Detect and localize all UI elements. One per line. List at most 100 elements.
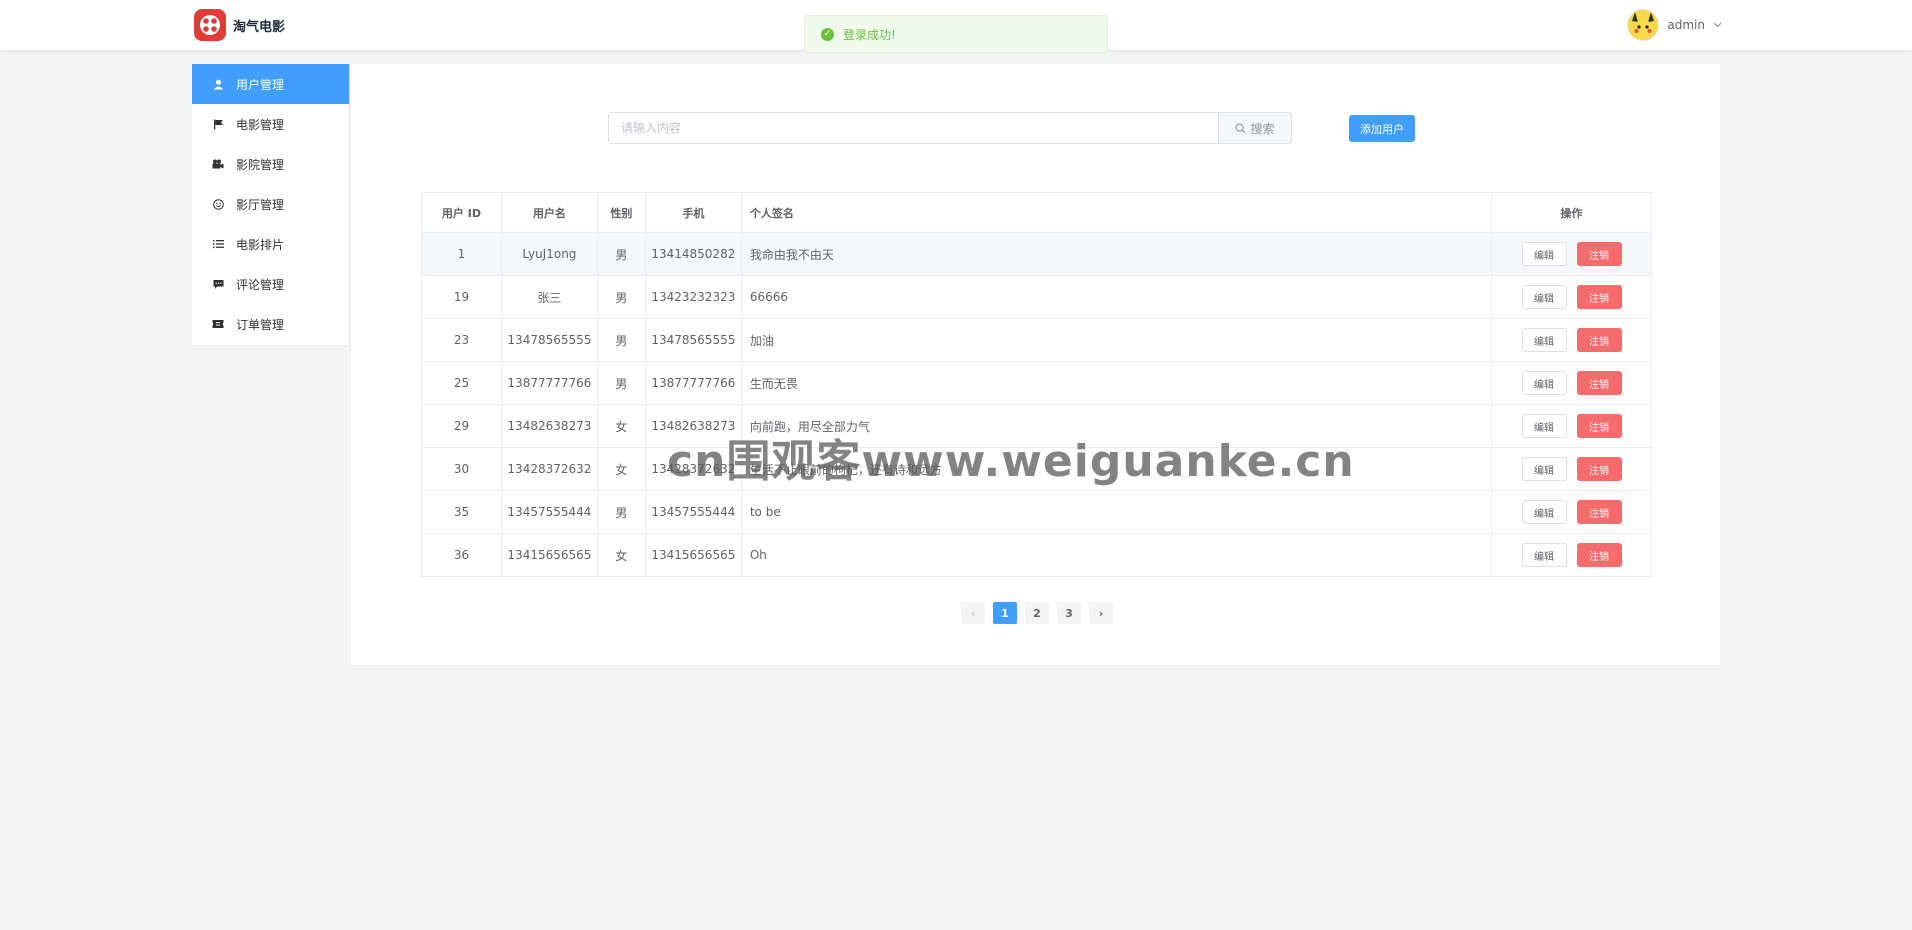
sidebar-item-label: 评论管理	[236, 277, 285, 292]
cell-phone: 13478565555	[644, 318, 742, 362]
delete-button[interactable]: 注销	[1576, 371, 1622, 395]
cell-actions: 编辑 注销	[1491, 318, 1652, 362]
delete-button[interactable]: 注销	[1576, 414, 1622, 438]
chevron-down-icon[interactable]	[1713, 20, 1722, 31]
search-bar: 搜索	[608, 112, 1292, 144]
delete-button[interactable]: 注销	[1576, 242, 1622, 266]
cell-name: LyuJ1ong	[500, 232, 598, 276]
cell-gender: 女	[596, 404, 646, 448]
table-row: 19 张三 男 13423232323 66666 编辑 注销	[421, 275, 1652, 319]
cell-id: 25	[421, 361, 502, 405]
avatar[interactable]	[1627, 9, 1660, 41]
table-row: 35 13457555444 男 13457555444 to be 编辑 注销	[421, 490, 1652, 534]
cell-phone: 13414850282	[644, 232, 742, 276]
delete-button[interactable]: 注销	[1576, 543, 1622, 567]
column-header-gender[interactable]: 性别	[596, 192, 646, 233]
cell-gender: 女	[596, 533, 646, 577]
cell-signature: 加油	[740, 318, 1493, 362]
watermark: cn围观客www.weiguanke.cn	[667, 436, 1355, 487]
cell-gender: 女	[596, 447, 646, 491]
pikachu-avatar-icon	[1628, 10, 1659, 40]
page-button-1[interactable]: 1	[993, 602, 1017, 624]
search-button-label: 搜索	[1250, 121, 1275, 136]
sidebar-item-label: 电影排片	[236, 237, 285, 252]
username[interactable]: admin	[1667, 18, 1705, 32]
delete-button[interactable]: 注销	[1576, 285, 1622, 309]
sidebar-item-cinemas[interactable]: 影院管理	[192, 144, 349, 184]
cell-actions: 编辑 注销	[1491, 490, 1652, 534]
sidebar-item-schedule[interactable]: 电影排片	[192, 224, 349, 264]
column-header-name[interactable]: 用户名	[500, 192, 598, 233]
sidebar-item-movies[interactable]: 电影管理	[192, 104, 349, 144]
cell-name: 13428372632	[500, 447, 598, 491]
users-table: 用户 ID 用户名 性别 手机 个人签名 操作 1 LyuJ1ong 男 134…	[421, 192, 1652, 577]
edit-button[interactable]: 编辑	[1521, 285, 1567, 309]
smiley-icon	[212, 198, 224, 210]
delete-button[interactable]: 注销	[1576, 500, 1622, 524]
cell-name: 张三	[500, 275, 598, 319]
ticket-icon	[212, 318, 224, 330]
delete-button[interactable]: 注销	[1576, 457, 1622, 481]
sidebar-item-label: 电影管理	[236, 117, 285, 132]
cell-actions: 编辑 注销	[1491, 361, 1652, 405]
cell-actions: 编辑 注销	[1491, 533, 1652, 577]
table-row: 1 LyuJ1ong 男 13414850282 我命由我不由天 编辑 注销	[421, 232, 1652, 276]
cell-signature: 66666	[740, 275, 1493, 319]
app-logo[interactable]	[194, 9, 226, 41]
edit-button[interactable]: 编辑	[1521, 457, 1567, 481]
sidebar-item-halls[interactable]: 影厅管理	[192, 184, 349, 224]
add-user-button[interactable]: 添加用户	[1349, 115, 1415, 142]
prev-page-button[interactable]: ‹	[961, 602, 985, 624]
sidebar: 用户管理 电影管理 影院管理 影厅管理 电影排片 评论管理 订单管理	[192, 64, 350, 345]
cell-gender: 男	[596, 232, 646, 276]
check-circle-icon: ✓	[821, 27, 834, 41]
film-reel-icon	[200, 15, 220, 35]
cell-id: 36	[421, 533, 502, 577]
table-body: 1 LyuJ1ong 男 13414850282 我命由我不由天 编辑 注销 19…	[421, 232, 1652, 577]
cell-name: 13482638273	[500, 404, 598, 448]
table-row: 25 13877777766 男 13877777766 生而无畏 编辑 注销	[421, 361, 1652, 405]
search-input[interactable]	[608, 112, 1218, 144]
sidebar-item-label: 影厅管理	[236, 197, 285, 212]
cell-signature: Oh	[740, 533, 1493, 577]
cell-id: 1	[421, 232, 502, 276]
sidebar-item-users[interactable]: 用户管理	[192, 64, 349, 104]
column-header-id[interactable]: 用户 ID	[421, 192, 502, 233]
column-header-phone[interactable]: 手机	[644, 192, 742, 233]
sidebar-item-label: 用户管理	[236, 77, 285, 92]
cell-id: 30	[421, 447, 502, 491]
cell-phone: 13457555444	[644, 490, 742, 534]
page-button-3[interactable]: 3	[1057, 602, 1081, 624]
list-icon	[212, 238, 224, 250]
cell-signature: 生而无畏	[740, 361, 1493, 405]
sidebar-item-label: 影院管理	[236, 157, 285, 172]
user-menu[interactable]: admin	[1627, 9, 1722, 41]
cell-name: 13877777766	[500, 361, 598, 405]
column-header-signature[interactable]: 个人签名	[740, 192, 1493, 233]
search-button[interactable]: 搜索	[1218, 112, 1292, 144]
column-header-actions: 操作	[1491, 192, 1652, 233]
edit-button[interactable]: 编辑	[1521, 328, 1567, 352]
cell-name: 13478565555	[500, 318, 598, 362]
cell-phone: 13423232323	[644, 275, 742, 319]
edit-button[interactable]: 编辑	[1521, 242, 1567, 266]
edit-button[interactable]: 编辑	[1521, 500, 1567, 524]
edit-button[interactable]: 编辑	[1521, 371, 1567, 395]
cell-id: 35	[421, 490, 502, 534]
table-header-row: 用户 ID 用户名 性别 手机 个人签名 操作	[421, 192, 1652, 233]
cell-gender: 男	[596, 318, 646, 362]
success-toast: ✓ 登录成功!	[804, 15, 1108, 53]
cell-gender: 男	[596, 275, 646, 319]
sidebar-item-orders[interactable]: 订单管理	[192, 304, 349, 344]
next-page-button[interactable]: ›	[1089, 602, 1113, 624]
cell-gender: 男	[596, 361, 646, 405]
delete-button[interactable]: 注销	[1576, 328, 1622, 352]
comment-icon	[212, 278, 224, 290]
cell-signature: 我命由我不由天	[740, 232, 1493, 276]
cell-actions: 编辑 注销	[1491, 232, 1652, 276]
edit-button[interactable]: 编辑	[1521, 414, 1567, 438]
sidebar-item-comments[interactable]: 评论管理	[192, 264, 349, 304]
page-button-2[interactable]: 2	[1025, 602, 1049, 624]
cell-id: 29	[421, 404, 502, 448]
edit-button[interactable]: 编辑	[1521, 543, 1567, 567]
